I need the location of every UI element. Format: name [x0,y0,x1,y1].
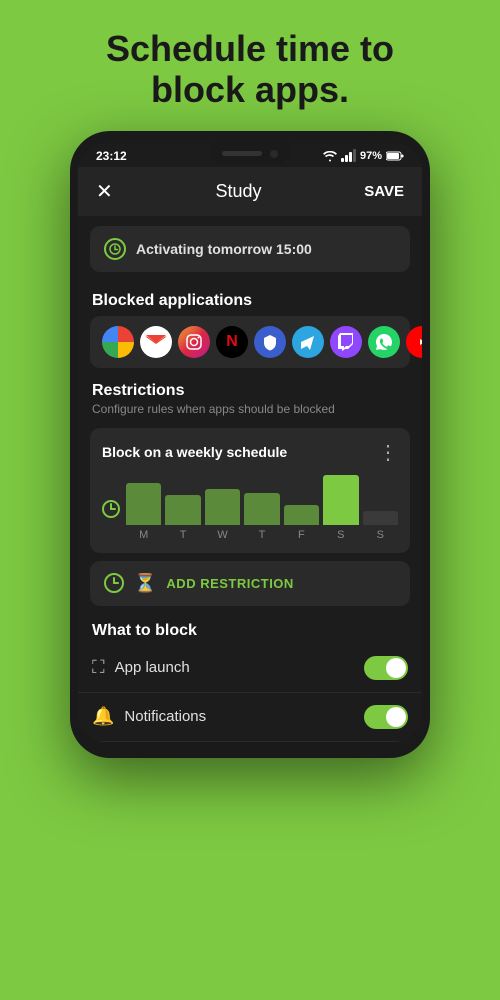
battery-icon [386,151,404,161]
what-to-block-title: What to block [78,612,422,644]
signal-icon [341,149,356,162]
activation-banner: Activating tomorrow 15:00 [90,226,410,272]
notifications-icon: 🔔 [92,706,114,727]
activation-text: Activating tomorrow 15:00 [136,241,312,257]
toggle-row-notifications: 🔔 Notifications [78,693,422,742]
app-launch-label: App launch [115,659,190,676]
restrictions-section: Restrictions Configure rules when apps s… [78,372,422,420]
phone-wrapper: 23:12 97% [70,131,430,758]
app-icon-chrome[interactable] [102,326,134,358]
app-icon-netflix[interactable]: N [216,326,248,358]
headline: Schedule time toblock apps. [66,0,434,131]
app-icon-relay[interactable] [254,326,286,358]
app-icon-whatsapp[interactable] [368,326,400,358]
wifi-icon [323,150,337,162]
topbar: ✕ Study SAVE [78,167,422,216]
blocked-apps-label: Blocked applications [78,282,422,316]
chart-bars: M T W T [126,475,398,541]
weekly-more-button[interactable]: ⋮ [378,440,398,465]
status-time: 23:12 [96,149,127,163]
close-button[interactable]: ✕ [96,179,113,204]
app-launch-toggle[interactable] [364,656,408,680]
notifications-toggle[interactable] [364,705,408,729]
restrictions-subtitle: Configure rules when apps should be bloc… [92,402,408,416]
add-restriction-button[interactable]: ⏳ ADD RESTRICTION [90,561,410,606]
app-icon-instagram[interactable] [178,326,210,358]
clock-icon [104,238,126,260]
restrictions-title: Restrictions [92,382,408,400]
weekly-title: Block on a weekly schedule [102,444,287,460]
phone-notch-center [210,143,290,165]
topbar-title: Study [216,181,262,202]
chart-clock-icon [102,500,120,523]
app-icon-gmail[interactable] [140,326,172,358]
add-restriction-hourglass-icon: ⏳ [134,573,156,594]
weekly-schedule-card: Block on a weekly schedule ⋮ M [90,428,410,553]
apps-row: N ⋮ [90,316,410,368]
battery-percent: 97% [360,150,382,162]
app-icon-youtube[interactable] [406,326,422,358]
app-icon-telegram[interactable] [292,326,324,358]
camera-dot [270,150,278,158]
toggle-row-app-launch: ⛶ App launch [78,644,422,693]
app-icon-twitch[interactable] [330,326,362,358]
add-restriction-label[interactable]: ADD RESTRICTION [166,576,293,591]
add-restriction-clock-icon [104,573,124,593]
app-launch-icon: ⛶ [92,657,105,678]
save-button[interactable]: SAVE [364,183,404,200]
speaker [222,151,262,156]
notifications-label: Notifications [124,708,206,725]
